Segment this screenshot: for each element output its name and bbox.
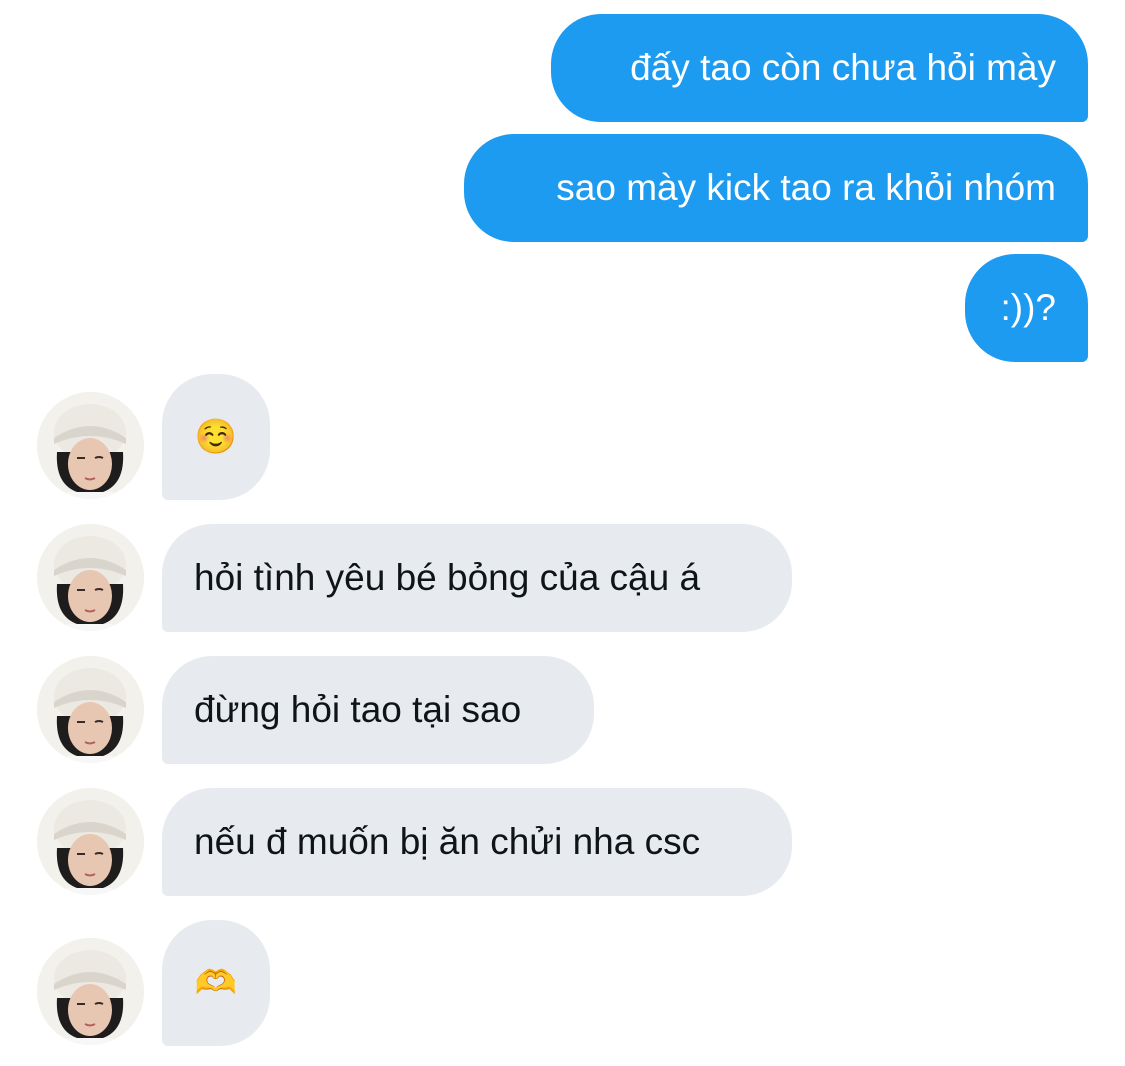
sent-message[interactable]: sao mày kick tao ra khỏi nhóm xyxy=(464,134,1088,242)
message-text: đừng hỏi tao tại sao xyxy=(194,689,522,730)
message-thread: đấy tao còn chưa hỏi mày sao mày kick ta… xyxy=(0,0,1125,1066)
avatar[interactable] xyxy=(37,788,144,895)
avatar[interactable] xyxy=(37,524,144,631)
avatar[interactable] xyxy=(37,656,144,763)
avatar-photo-icon xyxy=(37,524,144,631)
message-text: đấy tao còn chưa hỏi mày xyxy=(630,47,1056,88)
avatar[interactable] xyxy=(37,938,144,1045)
emoji-smiling-icon: ☺️ xyxy=(194,417,238,457)
received-message[interactable]: ☺️ xyxy=(162,374,270,500)
avatar-photo-icon xyxy=(37,788,144,895)
message-text: hỏi tình yêu bé bỏng của cậu á xyxy=(194,557,701,598)
avatar-photo-icon xyxy=(37,656,144,763)
avatar-photo-icon xyxy=(37,392,144,499)
sent-message[interactable]: :))? xyxy=(965,254,1088,362)
avatar[interactable] xyxy=(37,392,144,499)
emoji-heart-hands-icon: 🫶 xyxy=(194,963,238,1003)
sent-message[interactable]: đấy tao còn chưa hỏi mày xyxy=(551,14,1088,122)
received-message[interactable]: nếu đ muốn bị ăn chửi nha csc xyxy=(162,788,792,896)
received-message[interactable]: 🫶 xyxy=(162,920,270,1046)
avatar-photo-icon xyxy=(37,938,144,1045)
message-text: :))? xyxy=(1000,287,1057,328)
message-text: nếu đ muốn bị ăn chửi nha csc xyxy=(194,821,701,862)
received-message[interactable]: hỏi tình yêu bé bỏng của cậu á xyxy=(162,524,792,632)
received-message[interactable]: đừng hỏi tao tại sao xyxy=(162,656,594,764)
message-text: sao mày kick tao ra khỏi nhóm xyxy=(556,167,1056,208)
